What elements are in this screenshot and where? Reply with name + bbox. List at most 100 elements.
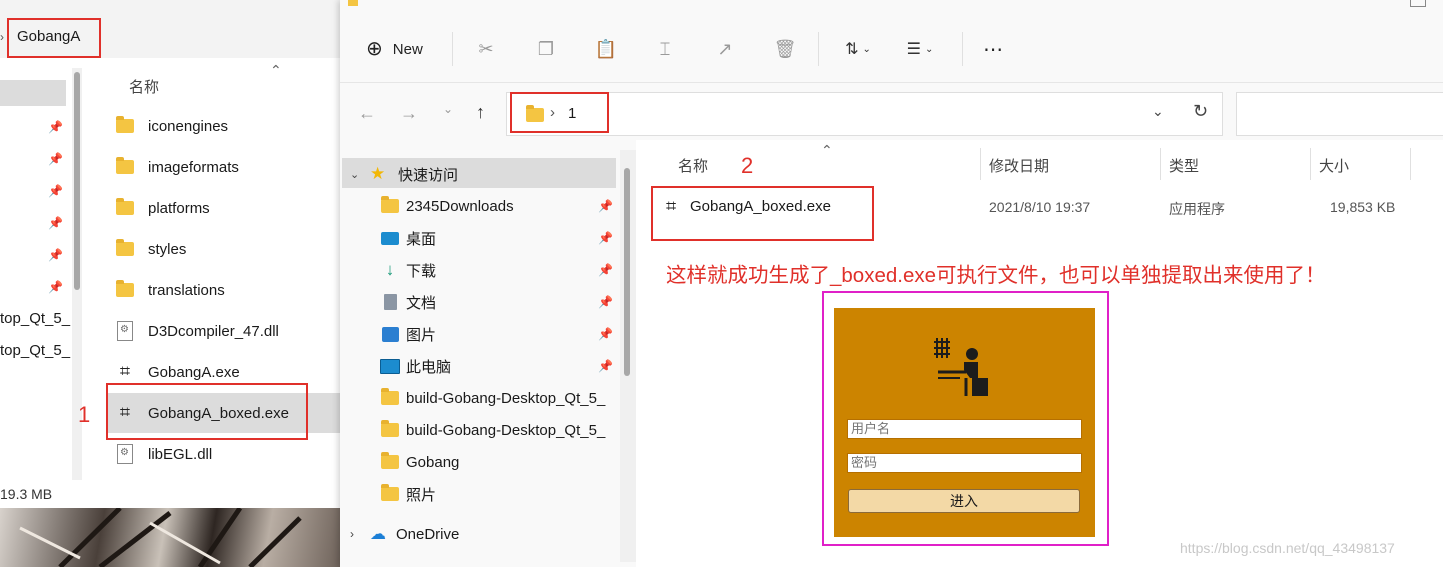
pin-icon[interactable]: 📌 [48, 120, 63, 134]
pin-icon[interactable]: 📌 [48, 216, 63, 230]
file-row-translations[interactable]: translations [106, 270, 340, 310]
rename-icon[interactable]: ⌶ [651, 34, 679, 64]
nav-desktop[interactable]: 桌面 [340, 222, 616, 254]
file-row-d3dcompiler[interactable]: D3Dcompiler_47.dll [106, 311, 340, 351]
nav-label: 图片 [406, 326, 437, 344]
file-name: platforms [148, 199, 210, 217]
pin-icon[interactable]: 📌 [48, 184, 63, 198]
nav-quick-access[interactable]: ⌄ ★ 快速访问 [340, 158, 616, 190]
maximize-icon[interactable] [1410, 0, 1426, 7]
file-row-imageformats[interactable]: imageformats [106, 147, 340, 187]
paste-icon[interactable]: 📋 [592, 34, 620, 64]
nav-label: build-Gobang-Desktop_Qt_5_ [406, 389, 606, 407]
file-name: GobangA.exe [148, 363, 240, 381]
file-size: 19,853 KB [1330, 199, 1396, 215]
nav-label: 快速访问 [398, 166, 459, 184]
delete-icon[interactable]: 🗑 [771, 34, 799, 64]
left-sidebar-item[interactable]: top_Qt_5_ [0, 310, 70, 327]
expand-chevron-icon[interactable]: ⌄ [350, 168, 364, 181]
pin-icon[interactable]: 📌 [598, 199, 613, 213]
pin-icon[interactable]: 📌 [598, 263, 613, 277]
recent-chevron-icon[interactable]: ⌄ [443, 102, 453, 116]
share-icon[interactable]: ↗ [711, 34, 739, 64]
file-name: libEGL.dll [148, 445, 213, 463]
download-icon: ↓ [385, 260, 395, 279]
address-dropdown-icon[interactable]: ⌄ [1152, 103, 1164, 120]
watermark-text: https://blog.csdn.net/qq_43498137 [1180, 540, 1395, 556]
sort-up-icon: ⌃ [821, 142, 833, 158]
left-explorer-window: › GobangA 📌 📌 📌 📌 📌 📌 top_Qt_5_ top_Qt_5… [0, 0, 340, 567]
red-highlight-box-file [651, 186, 874, 241]
pictures-icon [381, 326, 399, 342]
nav-photos[interactable]: 照片 [340, 478, 616, 510]
address-bar[interactable] [506, 92, 1223, 136]
left-sidebar-scrollbar-thumb[interactable] [74, 72, 80, 290]
nav-scrollbar-thumb[interactable] [624, 168, 630, 376]
folder-icon [116, 280, 134, 297]
nav-label: 桌面 [406, 230, 437, 248]
enter-button[interactable]: 进入 [848, 489, 1080, 513]
password-input[interactable] [847, 453, 1082, 473]
view-button[interactable]: ☰ ⌄ [898, 34, 942, 64]
toolbar-bottom-border [340, 82, 1443, 83]
nav-build-folder-2[interactable]: build-Gobang-Desktop_Qt_5_ [340, 414, 616, 446]
forward-arrow-icon[interactable]: → [400, 103, 418, 124]
pin-icon[interactable]: 📌 [48, 280, 63, 294]
toolbar-divider [962, 32, 963, 66]
column-header-modified[interactable]: 修改日期 [989, 155, 1049, 176]
toolbar-divider [452, 32, 453, 66]
left-sidebar-item[interactable]: top_Qt_5_ [0, 342, 70, 359]
file-row-platforms[interactable]: platforms [106, 188, 340, 228]
file-row-iconengines[interactable]: iconengines [106, 106, 340, 146]
chevron-down-icon: ⌄ [862, 43, 871, 55]
refresh-icon[interactable]: ↻ [1193, 101, 1208, 122]
nav-documents[interactable]: 文档 [340, 286, 616, 318]
column-header-size[interactable]: 大小 [1319, 155, 1349, 176]
pin-icon[interactable]: 📌 [598, 327, 613, 341]
nav-build-folder-1[interactable]: build-Gobang-Desktop_Qt_5_ [340, 382, 616, 414]
nav-this-pc[interactable]: 此电脑 [340, 350, 616, 382]
pin-icon[interactable]: 📌 [48, 248, 63, 262]
column-header-type[interactable]: 类型 [1169, 155, 1199, 176]
nav-pictures[interactable]: 图片 [340, 318, 616, 350]
file-row-styles[interactable]: styles [106, 229, 340, 269]
nav-label: build-Gobang-Desktop_Qt_5_ [406, 421, 606, 439]
pin-icon[interactable]: 📌 [598, 359, 613, 373]
document-icon [383, 294, 397, 310]
pin-icon[interactable]: 📌 [598, 231, 613, 245]
nav-onedrive[interactable]: › ☁ OneDrive [340, 518, 616, 550]
back-arrow-icon[interactable]: ← [358, 103, 376, 124]
toolbar-divider [818, 32, 819, 66]
up-arrow-icon[interactable]: ↑ [476, 102, 485, 123]
file-name: translations [148, 281, 225, 299]
more-options-icon[interactable]: ⋯ [978, 34, 1008, 64]
search-input[interactable] [1236, 92, 1443, 136]
nav-label: Gobang [406, 453, 460, 471]
sort-button[interactable]: ⇅ ⌄ [836, 34, 880, 64]
nav-2345downloads[interactable]: 2345Downloads [340, 190, 616, 222]
cut-icon[interactable]: ✂ [472, 34, 500, 64]
nav-label: 照片 [406, 486, 437, 504]
folder-icon [116, 198, 134, 215]
left-sidebar-selected-item[interactable] [0, 80, 66, 106]
pin-icon[interactable]: 📌 [598, 295, 613, 309]
username-input[interactable] [847, 419, 1082, 439]
column-header-name[interactable]: 名称 [678, 155, 708, 176]
folder-icon [116, 239, 134, 256]
column-divider [1310, 148, 1311, 180]
annotation-number-2: 2 [741, 153, 754, 178]
copy-icon[interactable]: ❐ [532, 34, 560, 64]
nav-label: 文档 [406, 294, 437, 312]
nav-gobang[interactable]: Gobang [340, 446, 616, 478]
pin-icon[interactable]: 📌 [48, 152, 63, 166]
left-column-header-name[interactable]: 名称 [129, 76, 159, 97]
new-button[interactable]: ⊕ New [366, 34, 423, 64]
chevron-down-icon: ⌄ [924, 43, 934, 55]
title-folder-icon [348, 0, 358, 6]
nav-downloads[interactable]: ↓ 下载 [340, 254, 616, 286]
dll-file-icon [117, 321, 133, 341]
file-row-libegl[interactable]: libEGL.dll [106, 434, 340, 474]
expand-chevron-icon[interactable]: › [350, 527, 364, 541]
player-at-board-icon [934, 338, 988, 396]
folder-icon [116, 157, 134, 174]
